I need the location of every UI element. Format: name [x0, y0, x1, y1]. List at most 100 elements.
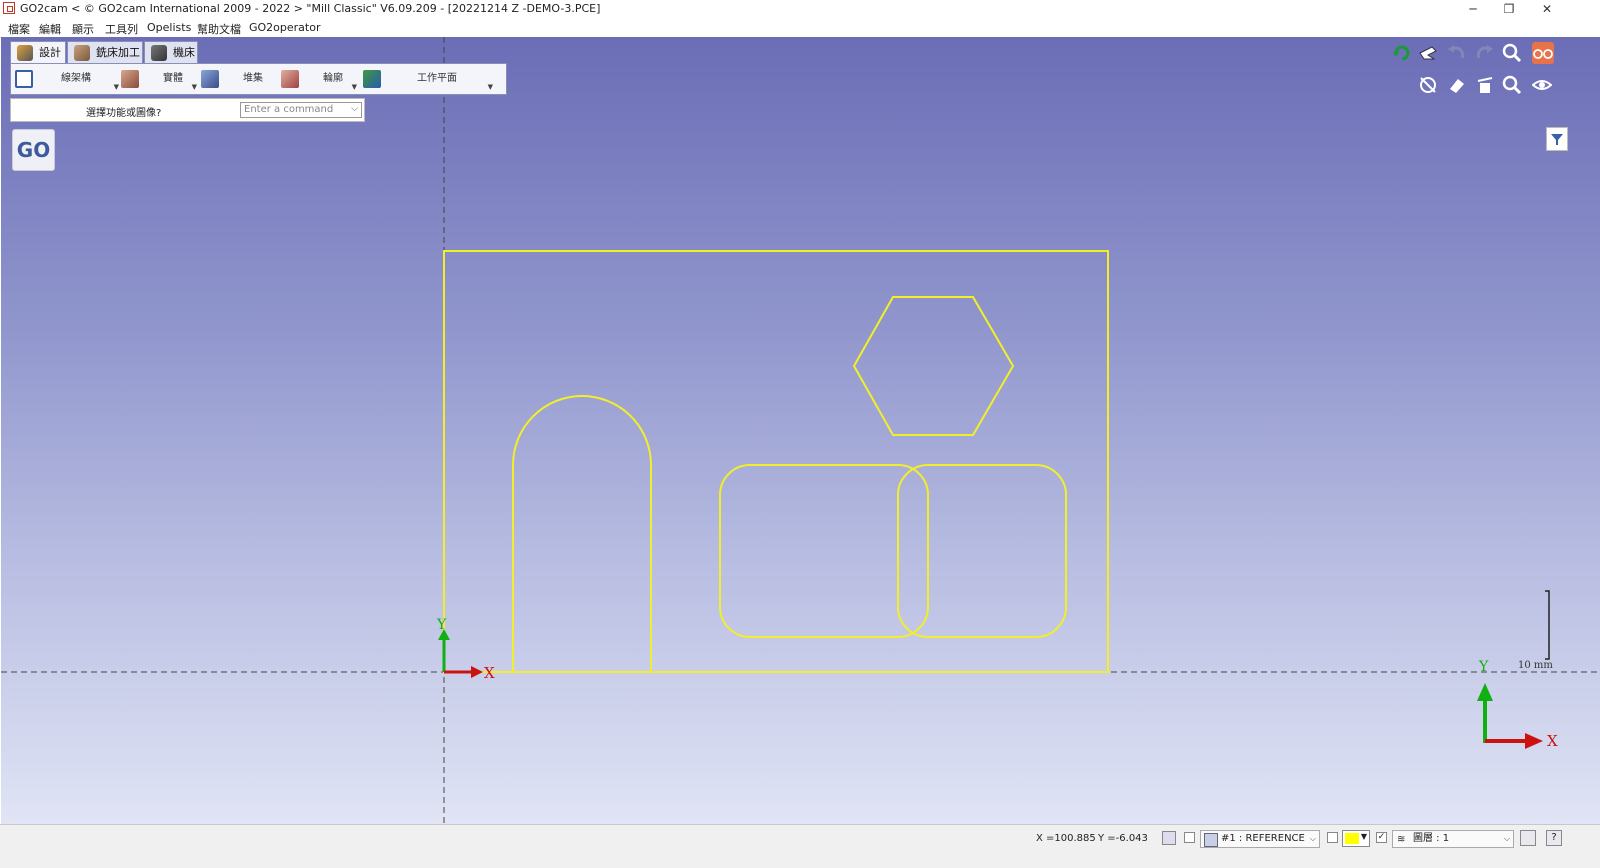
- origin-axis-triad: [438, 629, 483, 678]
- graphics-viewport[interactable]: Y X Y X 10 mm: [1, 37, 1600, 843]
- wireframe-icon: [15, 70, 33, 88]
- design-tab-icon: [17, 45, 33, 61]
- reference-select-value: #1 : REFERENCE: [1221, 833, 1305, 844]
- snap-checkbox[interactable]: [1184, 832, 1195, 843]
- zoom-window-icon[interactable]: [1502, 75, 1522, 95]
- view-eye-icon[interactable]: [1532, 75, 1552, 95]
- title-bar: GO2cam < © GO2cam International 2009 - 2…: [0, 0, 1600, 18]
- filter-panel-tab[interactable]: [1546, 127, 1568, 151]
- tab-design-label: 設計: [39, 46, 61, 59]
- menu-bar: 檔案 編輯 顯示 工具列 Opelists 幫助文檔 GO2operator: [0, 18, 1600, 38]
- menu-edit[interactable]: 編輯: [39, 21, 61, 37]
- layer-select[interactable]: ≋ 圖層 : 1 ⌵: [1392, 830, 1514, 848]
- solid-button[interactable]: 實體 ▼: [121, 68, 197, 91]
- workplane-button[interactable]: 工作平面 ▼: [363, 68, 493, 91]
- x-coordinate: X =100.885: [1036, 833, 1096, 844]
- select-hand-icon[interactable]: [1418, 43, 1438, 63]
- menu-opelists[interactable]: Opelists: [147, 21, 191, 34]
- origin-x-arrowhead: [471, 666, 483, 678]
- redo-icon[interactable]: [1475, 43, 1495, 63]
- corner-y-label: Y: [1479, 659, 1489, 675]
- tab-machine-label: 機床: [173, 46, 195, 59]
- command-prompt: 選擇功能或圖像?: [86, 108, 162, 119]
- corner-x-arrowhead: [1525, 733, 1543, 749]
- reference-select[interactable]: #1 : REFERENCE ⌵: [1200, 830, 1320, 848]
- milling-tab-icon: [74, 45, 90, 61]
- contour-dropdown-icon[interactable]: ▼: [352, 76, 357, 98]
- tab-milling-label: 銑床加工: [96, 46, 140, 59]
- tab-milling[interactable]: 銑床加工: [67, 41, 143, 63]
- color-checkbox[interactable]: [1327, 832, 1338, 843]
- zoom-icon[interactable]: [1502, 43, 1522, 63]
- window-title: GO2cam < © GO2cam International 2009 - 2…: [20, 2, 601, 15]
- solid-label: 實體: [163, 73, 183, 84]
- contour-label: 輪廓: [323, 73, 343, 84]
- machine-tab-icon: [151, 45, 167, 61]
- filter-icon: [1551, 134, 1563, 145]
- restore-button[interactable]: ❐: [1492, 0, 1526, 18]
- stack-label: 堆集: [243, 73, 263, 84]
- command-dropdown-icon[interactable]: ⌵: [351, 104, 358, 114]
- minimize-button[interactable]: ─: [1456, 0, 1490, 18]
- y-coordinate: Y =-6.043: [1098, 833, 1148, 844]
- hexagon-contour: [852, 296, 1015, 436]
- scale-bar: [1545, 590, 1550, 660]
- solid-icon: [121, 70, 139, 88]
- layer-icon: [1204, 833, 1218, 847]
- solid-dropdown-icon[interactable]: ▼: [192, 76, 197, 98]
- corner-x-label: X: [1547, 732, 1558, 750]
- workplane-label: 工作平面: [417, 73, 457, 84]
- menu-file[interactable]: 檔案: [8, 21, 30, 37]
- contour-icon: [281, 70, 299, 88]
- corner-y-arrowhead: [1477, 683, 1493, 701]
- stack-icon: [201, 70, 219, 88]
- app-logo-icon: [3, 2, 15, 14]
- reference-dropdown-icon: ⌵: [1309, 834, 1316, 843]
- command-input[interactable]: Enter a command: [240, 102, 362, 118]
- wireframe-dropdown-icon[interactable]: ▼: [114, 76, 119, 98]
- ribbon-toolbar: 設計 銑床加工 機床 線架構 ▼ 實體 ▼ 堆集 輪廓 ▼ 工作平面 ▼: [10, 41, 507, 95]
- close-button[interactable]: ✕: [1530, 0, 1564, 18]
- clear-icon[interactable]: [1475, 75, 1495, 95]
- undo-icon[interactable]: [1446, 43, 1466, 63]
- help-icon[interactable]: ?: [1546, 830, 1562, 846]
- workplane-dropdown-icon[interactable]: ▼: [488, 76, 493, 98]
- menu-toolbar[interactable]: 工具列: [105, 21, 138, 37]
- corner-axis-triad: [1477, 683, 1543, 749]
- arch-contour: [512, 395, 652, 672]
- stack-button[interactable]: 堆集: [201, 68, 277, 90]
- layer-select-value: 圖層 : 1: [1413, 833, 1450, 844]
- workplane-icon: [363, 70, 381, 88]
- glasses-icon[interactable]: [1532, 42, 1554, 64]
- origin-y-label: Y: [437, 617, 447, 633]
- command-bar: 選擇功能或圖像? Enter a command ⌵: [10, 98, 365, 122]
- ribbon-body: 線架構 ▼ 實體 ▼ 堆集 輪廓 ▼ 工作平面 ▼: [10, 63, 507, 95]
- layer-visible-checkbox[interactable]: ✓: [1376, 832, 1387, 843]
- contour-button[interactable]: 輪廓 ▼: [281, 68, 357, 91]
- layers-stack-icon: ≋: [1397, 834, 1406, 845]
- refresh-icon[interactable]: [1392, 43, 1412, 63]
- rounded-rect-left: [719, 464, 929, 638]
- drawing-canvas[interactable]: [1, 37, 1600, 843]
- tab-machine[interactable]: 機床: [144, 41, 198, 63]
- layer-dropdown-icon: ⌵: [1503, 834, 1510, 843]
- color-swatch: [1345, 833, 1359, 844]
- rounded-rect-right: [897, 464, 1067, 638]
- scale-label: 10 mm: [1518, 660, 1553, 671]
- color-dropdown-icon: ▼: [1360, 832, 1367, 841]
- wireframe-button[interactable]: 線架構 ▼: [15, 68, 119, 91]
- part-geometry: [443, 250, 1109, 673]
- status-bar: X =100.885 Y =-6.043 #1 : REFERENCE ⌵ ▼ …: [0, 824, 1600, 868]
- go-button[interactable]: GO: [12, 129, 55, 171]
- view-cube-icon[interactable]: [1520, 830, 1536, 846]
- eraser-icon[interactable]: [1446, 75, 1466, 95]
- grid-toggle-icon[interactable]: [1162, 831, 1176, 845]
- hide-icon[interactable]: [1418, 75, 1438, 95]
- menu-help[interactable]: 幫助文檔: [197, 21, 241, 37]
- menu-view[interactable]: 顯示: [72, 21, 94, 37]
- menu-go2operator[interactable]: GO2operator: [249, 21, 321, 34]
- origin-x-label: X: [484, 664, 495, 682]
- stock-rectangle: [443, 250, 1109, 673]
- tab-design[interactable]: 設計: [10, 41, 66, 63]
- color-picker[interactable]: ▼: [1342, 830, 1370, 847]
